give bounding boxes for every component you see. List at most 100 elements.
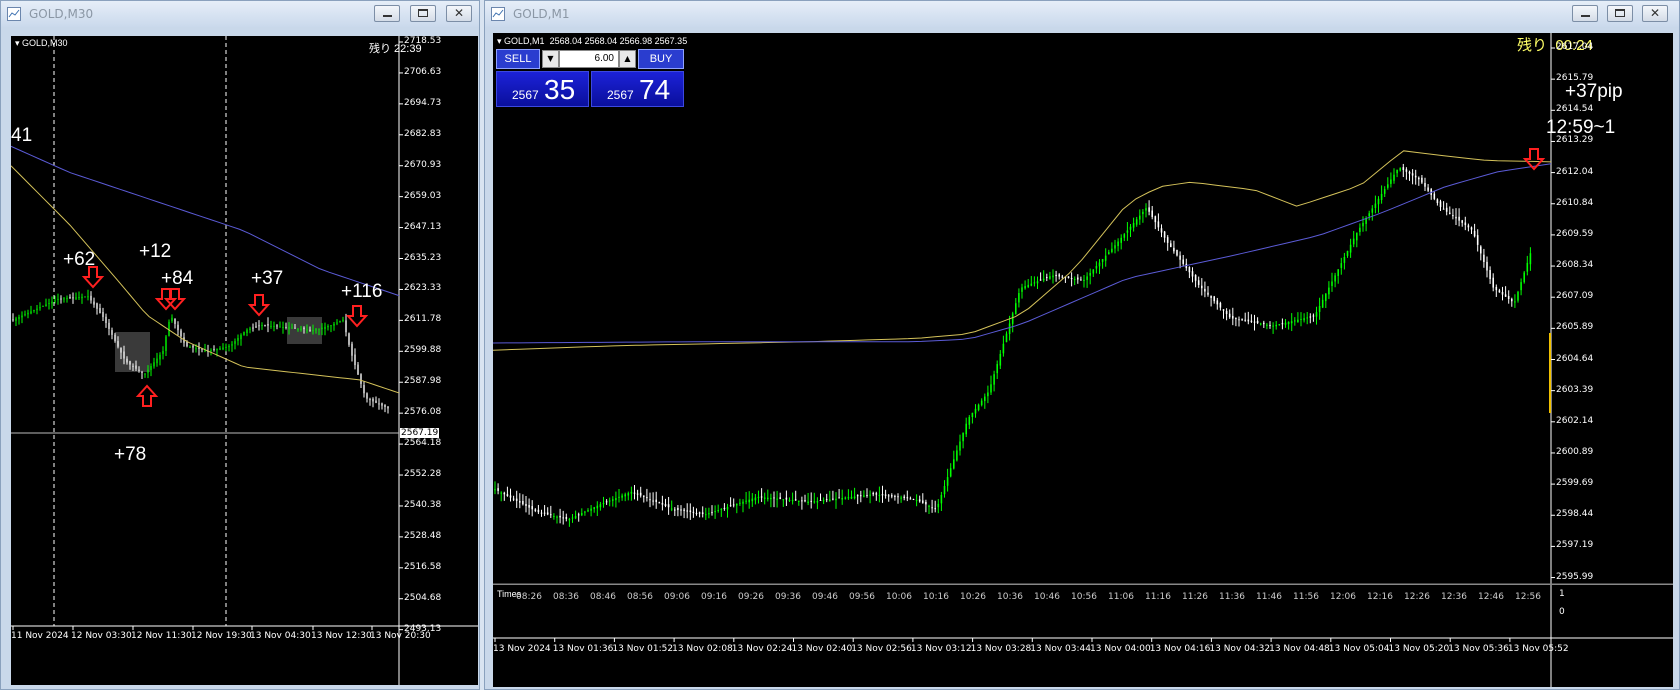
price-tick-label: 2610.84 [1556, 197, 1594, 208]
left-candle-body [111, 330, 113, 335]
left-price-chart[interactable]: ▾ GOLD,M30 残り 22:39 41 +62 +12 +84 +37 +… [11, 36, 478, 685]
lot-increase-button[interactable]: ▲ [619, 50, 636, 68]
lot-size-input[interactable]: 6.00 [559, 50, 619, 68]
left-candle-body [90, 295, 92, 301]
right-candle-body [608, 500, 611, 502]
right-candle-body [1101, 259, 1104, 262]
indicator-time-label: 08:36 [553, 592, 579, 602]
left-candle-body [234, 341, 236, 344]
moving-average-slow [11, 145, 400, 297]
indicator-time-label: 12:06 [1330, 592, 1356, 602]
minimize-button[interactable] [374, 5, 400, 22]
right-candle-body [500, 492, 502, 494]
right-candle-body [971, 412, 974, 418]
right-candle-body [674, 509, 676, 511]
right-candle-body [1275, 324, 1277, 327]
right-candle-body [1492, 277, 1494, 288]
left-candle-body [291, 327, 293, 329]
left-candle-body [99, 308, 101, 313]
right-candle-body [1442, 208, 1445, 210]
right-chart-window[interactable]: GOLD,M1 ✕ ▾ GOLD,M1 2568.04 2568.04 2566… [484, 0, 1680, 690]
right-candle-body [537, 509, 540, 513]
sell-price-prefix: 2567 [512, 88, 539, 102]
right-candle-body [1269, 324, 1271, 326]
right-window-titlebar[interactable]: GOLD,M1 ✕ [485, 1, 1679, 27]
right-candle-body [1256, 320, 1259, 324]
buy-price-box[interactable]: 2567 74 [591, 71, 684, 107]
right-candle-body [1433, 193, 1436, 199]
lot-decrease-button[interactable]: ▼ [542, 50, 559, 68]
right-candle-body [788, 499, 791, 501]
right-candle-body [946, 477, 949, 486]
right-candle-body [1380, 193, 1383, 201]
buy-price-prefix: 2567 [607, 88, 634, 102]
price-tick-label: 2615.79 [1556, 73, 1594, 84]
right-candle-body [816, 500, 819, 503]
right-candle-body [667, 504, 670, 508]
left-window-titlebar[interactable]: GOLD,M30 ✕ [1, 1, 479, 27]
indicator-time-label: 09:26 [738, 592, 764, 602]
right-candle-body [754, 497, 757, 501]
price-tick-label: 2597.19 [1556, 540, 1594, 551]
right-candle-body [847, 497, 850, 499]
price-tick-label: 2540.38 [404, 499, 442, 510]
sell-price-box[interactable]: 2567 35 [496, 71, 589, 107]
left-candle-body [264, 324, 266, 326]
minimize-button[interactable] [1572, 5, 1598, 22]
right-candle-body [1111, 248, 1113, 252]
maximize-button[interactable] [410, 5, 436, 22]
right-candle-body [1362, 222, 1364, 227]
right-candle-body [1486, 261, 1488, 271]
right-candle-body [553, 515, 555, 517]
left-candle-body [156, 358, 158, 364]
right-candle-body [1201, 285, 1203, 289]
right-candle-body [869, 494, 871, 496]
left-candle-body [279, 326, 281, 328]
left-candle-body [78, 297, 80, 299]
time-tick-label: 11 Nov 2024 [11, 631, 69, 641]
right-candle-body [1517, 291, 1519, 301]
price-tick-label: 2608.34 [1556, 260, 1594, 271]
right-candle-body [602, 502, 605, 505]
right-candle-body [1421, 177, 1423, 183]
right-candle-body [714, 511, 716, 513]
right-candle-body [525, 503, 527, 506]
left-candle-body [312, 330, 314, 332]
right-candle-body [987, 392, 989, 397]
right-candle-body [1328, 287, 1330, 295]
right-candle-body [1321, 299, 1324, 308]
right-candle-body [931, 507, 933, 509]
buy-button[interactable]: BUY [638, 49, 684, 69]
trade-annotation-84: +84 [161, 268, 194, 289]
right-candle-body [1263, 322, 1265, 325]
right-candle-body [596, 505, 599, 509]
left-candle-body [159, 354, 161, 360]
right-candle-body [540, 512, 543, 514]
right-candle-body [1018, 293, 1020, 303]
right-candle-body [1188, 267, 1191, 273]
left-candle-body [84, 296, 86, 298]
sell-button[interactable]: SELL [496, 49, 540, 69]
right-candle-body [618, 496, 620, 498]
left-candle-body [315, 329, 317, 331]
price-tick-label: 2694.73 [404, 97, 442, 108]
left-candle-body [189, 346, 191, 348]
close-button[interactable]: ✕ [446, 5, 472, 22]
right-candle-body [1300, 318, 1302, 320]
left-chart-window[interactable]: GOLD,M30 ✕ ▾ GOLD,M30 残り 22:39 41 +62 +1… [0, 0, 480, 690]
left-candle-body [36, 308, 38, 311]
right-candle-body [1154, 216, 1157, 223]
price-tick-label: 2635.23 [404, 252, 442, 263]
right-candle-body [1507, 295, 1510, 300]
maximize-button[interactable] [1607, 5, 1633, 22]
right-candle-body [556, 516, 558, 518]
maximize-icon [418, 9, 428, 17]
right-candle-body [1470, 227, 1473, 230]
right-price-chart[interactable]: ▾ GOLD,M1 2568.04 2568.04 2566.98 2567.3… [493, 33, 1673, 687]
close-button[interactable]: ✕ [1642, 5, 1668, 22]
right-candle-body [593, 507, 595, 510]
right-candle-body [717, 510, 719, 512]
left-candle-body [276, 325, 278, 327]
indicator-time-label: 12:56 [1515, 592, 1541, 602]
right-candle-body [962, 432, 964, 442]
